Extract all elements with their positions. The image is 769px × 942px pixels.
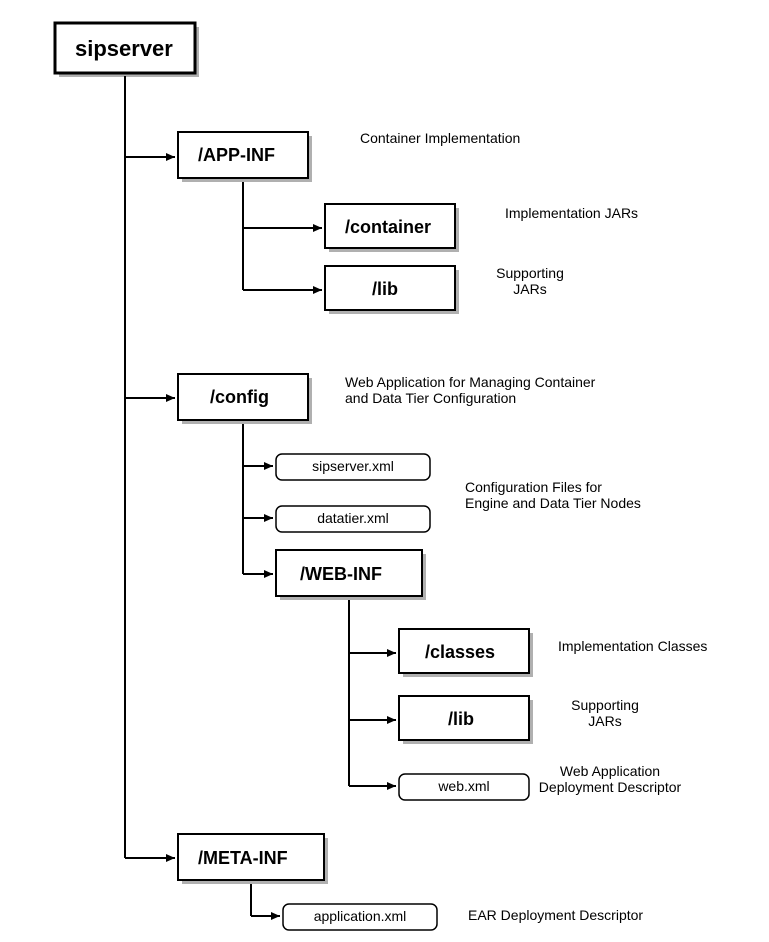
desc-classes: Implementation Classes <box>558 638 707 654</box>
desc-application-xml: EAR Deployment Descriptor <box>468 907 643 923</box>
label-webinf-lib: /lib <box>448 709 474 729</box>
desc-config-1: Web Application for Managing Container <box>345 374 596 390</box>
label-container: /container <box>345 217 431 237</box>
desc-container: Implementation JARs <box>505 205 638 221</box>
label-appinf-lib: /lib <box>372 279 398 299</box>
label-config: /config <box>210 387 269 407</box>
label-web-inf: /WEB-INF <box>300 564 382 584</box>
label-sipserver-xml: sipserver.xml <box>312 458 394 474</box>
label-root: sipserver <box>75 36 173 61</box>
directory-structure-diagram: sipserver /APP-INF Container Implementat… <box>0 0 769 942</box>
label-meta-inf: /META-INF <box>198 848 288 868</box>
desc-appinf-lib-2: JARs <box>513 281 546 297</box>
desc-webinf-lib-2: JARs <box>588 713 621 729</box>
desc-config-files-2: Engine and Data Tier Nodes <box>465 495 641 511</box>
label-app-inf: /APP-INF <box>198 145 275 165</box>
label-datatier-xml: datatier.xml <box>317 510 389 526</box>
desc-appinf-lib-1: Supporting <box>496 265 564 281</box>
desc-app-inf: Container Implementation <box>360 130 520 146</box>
label-classes: /classes <box>425 642 495 662</box>
desc-config-2: and Data Tier Configuration <box>345 390 516 406</box>
label-web-xml: web.xml <box>437 778 489 794</box>
desc-web-xml-2: Deployment Descriptor <box>539 779 682 795</box>
label-application-xml: application.xml <box>314 908 407 924</box>
desc-webinf-lib-1: Supporting <box>571 697 639 713</box>
desc-web-xml-1: Web Application <box>560 763 660 779</box>
desc-config-files-1: Configuration Files for <box>465 479 602 495</box>
